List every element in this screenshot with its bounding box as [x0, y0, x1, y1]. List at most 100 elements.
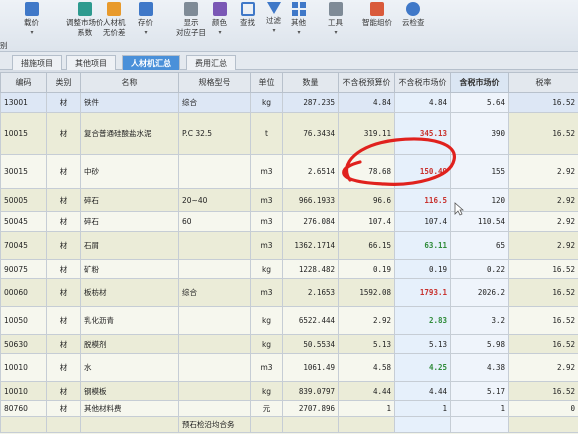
cell-qty[interactable]: 839.0797: [282, 381, 339, 401]
cell-market[interactable]: 107.4: [394, 211, 451, 232]
table-row[interactable]: 10050 材乳化沥青 kg 6522.444 2.92 2.83 3.2 16.52: [0, 306, 578, 335]
cell-rate[interactable]: [508, 416, 578, 433]
cell-qty[interactable]: 50.5534: [282, 334, 339, 354]
cell-code[interactable]: 50005: [0, 188, 47, 212]
cell-rate[interactable]: 0: [508, 400, 578, 417]
chevron-down-icon[interactable]: ▾: [144, 28, 147, 38]
column-header[interactable]: 单位: [250, 72, 283, 93]
cell-budget[interactable]: 78.68: [338, 154, 395, 189]
cell-spec[interactable]: 60: [178, 211, 251, 232]
toolbar-button-7[interactable]: 查找: [240, 2, 255, 28]
chevron-down-icon[interactable]: ▾: [297, 28, 300, 38]
cell-code[interactable]: 30015: [0, 154, 47, 189]
cell-market[interactable]: 116.5: [394, 188, 451, 212]
chevron-down-icon[interactable]: ▾: [272, 26, 275, 36]
cell-spec[interactable]: 综合: [178, 92, 251, 113]
toolbar-button-8[interactable]: 过滤 ▾: [266, 2, 281, 36]
cell-market[interactable]: 4.25: [394, 353, 451, 382]
table-row[interactable]: 00060 材板枋材 综合 m3 2.1653 1592.08 1793.1 2026.2 16…: [0, 278, 578, 307]
cell-market[interactable]: 4.84: [394, 92, 451, 113]
cell-tax_market[interactable]: 0.22: [450, 259, 509, 279]
cell-rate[interactable]: 16.52: [508, 259, 578, 279]
toolbar-button-6[interactable]: 颜色 ▾: [212, 2, 227, 38]
cell-name[interactable]: 其他材料费: [80, 400, 179, 417]
column-header[interactable]: 税率: [508, 72, 578, 93]
tab-2[interactable]: 其他项目: [66, 55, 116, 70]
column-header[interactable]: 类别: [46, 72, 81, 93]
cell-code[interactable]: 10015: [0, 112, 47, 155]
cell-rate[interactable]: 16.52: [508, 112, 578, 155]
cell-spec[interactable]: [178, 400, 251, 417]
cell-tax_market[interactable]: 5.64: [450, 92, 509, 113]
cell-code[interactable]: 00060: [0, 278, 47, 307]
table-row[interactable]: 50630 材脱模剂 kg 50.5534 5.13 5.13 5.98 16.52: [0, 334, 578, 354]
cell-budget[interactable]: 5.13: [338, 334, 395, 354]
cell-name[interactable]: 铁件: [80, 92, 179, 113]
table-row[interactable]: 10015 材复合普通硅酸盐水泥 P.C 32.5 t 76.3434 319.11 345…: [0, 112, 578, 155]
cell-cat[interactable]: 材: [46, 231, 81, 260]
cell-market[interactable]: 4.44: [394, 381, 451, 401]
cell-budget[interactable]: 319.11: [338, 112, 395, 155]
cell-market[interactable]: 1793.1: [394, 278, 451, 307]
table-row[interactable]: 30015 材中砂 m3 2.6514 78.68 150.49 155 2.92: [0, 154, 578, 189]
cell-market[interactable]: 63.11: [394, 231, 451, 260]
cell-tax_market[interactable]: 390: [450, 112, 509, 155]
column-header[interactable]: 名称: [80, 72, 179, 93]
cell-tax_market[interactable]: [450, 416, 509, 433]
cell-rate[interactable]: 2.92: [508, 154, 578, 189]
cell-unit[interactable]: m3: [250, 188, 283, 212]
cell-rate[interactable]: 16.52: [508, 334, 578, 354]
cell-name[interactable]: 中砂: [80, 154, 179, 189]
cell-unit[interactable]: m3: [250, 353, 283, 382]
cell-tax_market[interactable]: 4.38: [450, 353, 509, 382]
cell-tax_market[interactable]: 110.54: [450, 211, 509, 232]
cell-market[interactable]: 345.13: [394, 112, 451, 155]
cell-market[interactable]: [394, 416, 451, 433]
cell-market[interactable]: 1: [394, 400, 451, 417]
cell-spec[interactable]: [178, 353, 251, 382]
cell-rate[interactable]: 2.92: [508, 211, 578, 232]
cell-name[interactable]: [80, 416, 179, 433]
cell-cat[interactable]: 材: [46, 278, 81, 307]
cell-rate[interactable]: 16.52: [508, 278, 578, 307]
cell-cat[interactable]: 材: [46, 154, 81, 189]
cell-tax_market[interactable]: 1: [450, 400, 509, 417]
cell-tax_market[interactable]: 120: [450, 188, 509, 212]
cell-name[interactable]: 钢模板: [80, 381, 179, 401]
cell-market[interactable]: 2.83: [394, 306, 451, 335]
cell-name[interactable]: 乳化沥青: [80, 306, 179, 335]
cell-code[interactable]: 50630: [0, 334, 47, 354]
cell-qty[interactable]: 2707.896: [282, 400, 339, 417]
cell-qty[interactable]: 76.3434: [282, 112, 339, 155]
cell-name[interactable]: 碎石: [80, 211, 179, 232]
cell-code[interactable]: 10050: [0, 306, 47, 335]
cell-cat[interactable]: 材: [46, 353, 81, 382]
table-row[interactable]: 80760 材其他材料费元 2707.896 1 1 1 0: [0, 400, 578, 417]
table-row[interactable]: 10010 材水 m3 1061.49 4.58 4.25 4.38 2.92: [0, 353, 578, 382]
tab-1[interactable]: 措施项目: [12, 55, 62, 70]
toolbar-button-5[interactable]: 显示 对应子目: [176, 2, 206, 38]
cell-name[interactable]: 石屑: [80, 231, 179, 260]
cell-qty[interactable]: 2.6514: [282, 154, 339, 189]
cell-budget[interactable]: 4.58: [338, 353, 395, 382]
cell-name[interactable]: 板枋材: [80, 278, 179, 307]
cell-spec[interactable]: [178, 306, 251, 335]
cell-unit[interactable]: kg: [250, 259, 283, 279]
cell-tax_market[interactable]: 3.2: [450, 306, 509, 335]
cell-rate[interactable]: 16.52: [508, 306, 578, 335]
cell-code[interactable]: 13001: [0, 92, 47, 113]
chevron-down-icon[interactable]: ▾: [218, 28, 221, 38]
cell-spec[interactable]: [178, 334, 251, 354]
cell-budget[interactable]: 66.15: [338, 231, 395, 260]
cell-unit[interactable]: kg: [250, 334, 283, 354]
cell-budget[interactable]: 0.19: [338, 259, 395, 279]
table-row[interactable]: 预石检沿均合务: [0, 416, 578, 433]
cell-rate[interactable]: 2.92: [508, 188, 578, 212]
column-header[interactable]: 含税市场价: [450, 72, 509, 93]
table-row[interactable]: 50045 材碎石 60 m3 276.084 107.4 107.4 110.54 2.92: [0, 211, 578, 232]
cell-name[interactable]: 碎石: [80, 188, 179, 212]
cell-qty[interactable]: [282, 416, 339, 433]
cell-tax_market[interactable]: 5.98: [450, 334, 509, 354]
cell-cat[interactable]: 材: [46, 188, 81, 212]
cell-unit[interactable]: kg: [250, 92, 283, 113]
